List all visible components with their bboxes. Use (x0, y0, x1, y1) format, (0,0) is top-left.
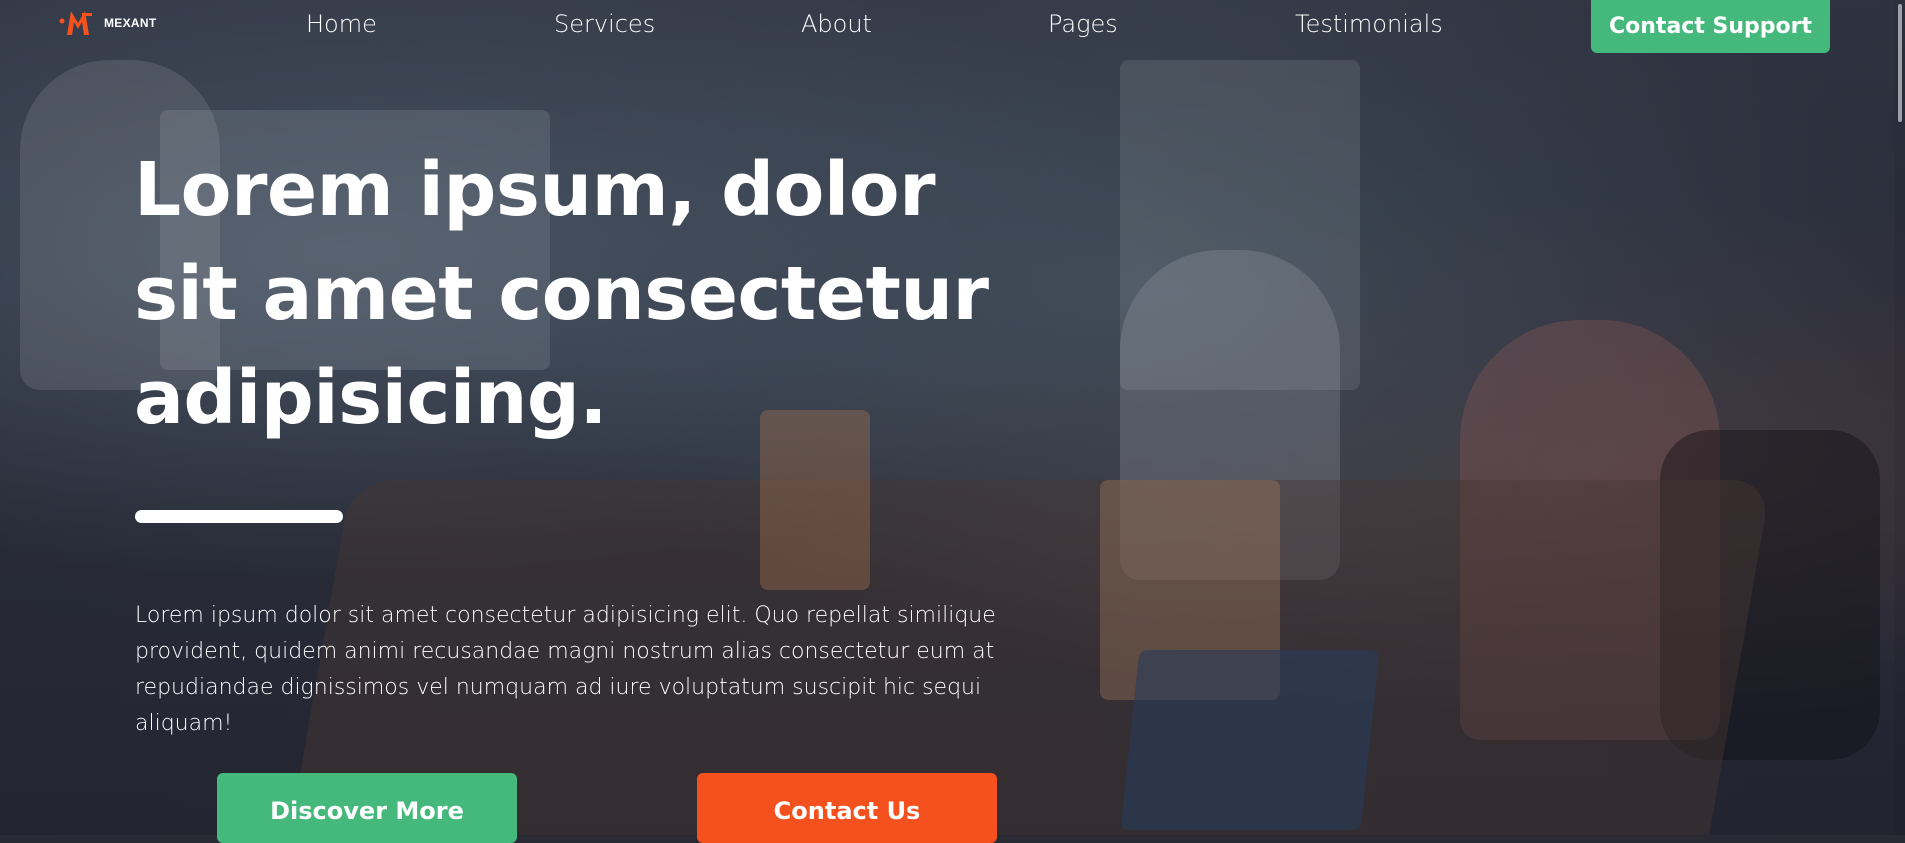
hero-title: Lorem ipsum, dolor sit amet consectetur … (134, 147, 989, 441)
nav-link-pages[interactable]: Pages (1048, 10, 1118, 38)
nav-link-home[interactable]: Home (306, 10, 377, 38)
title-underline-divider (135, 510, 343, 523)
brand-logo[interactable]: MEXANT (58, 7, 156, 39)
nav-link-services[interactable]: Services (554, 10, 655, 38)
discover-more-button[interactable]: Discover More (217, 773, 517, 843)
background-photo-laptop (1120, 650, 1380, 830)
page-scrollbar[interactable] (1895, 0, 1905, 835)
scrollbar-thumb[interactable] (1898, 4, 1902, 122)
nav-link-about[interactable]: About (801, 10, 872, 38)
contact-us-button[interactable]: Contact Us (697, 773, 997, 843)
hero-description: Lorem ipsum dolor sit amet consectetur a… (135, 603, 996, 736)
brand-name: MEXANT (104, 16, 157, 30)
contact-support-button[interactable]: Contact Support (1591, 0, 1830, 53)
logo-icon (58, 7, 98, 39)
top-navigation: MEXANT Home Services About Pages Testimo… (0, 0, 1905, 54)
nav-link-testimonials[interactable]: Testimonials (1295, 10, 1443, 38)
